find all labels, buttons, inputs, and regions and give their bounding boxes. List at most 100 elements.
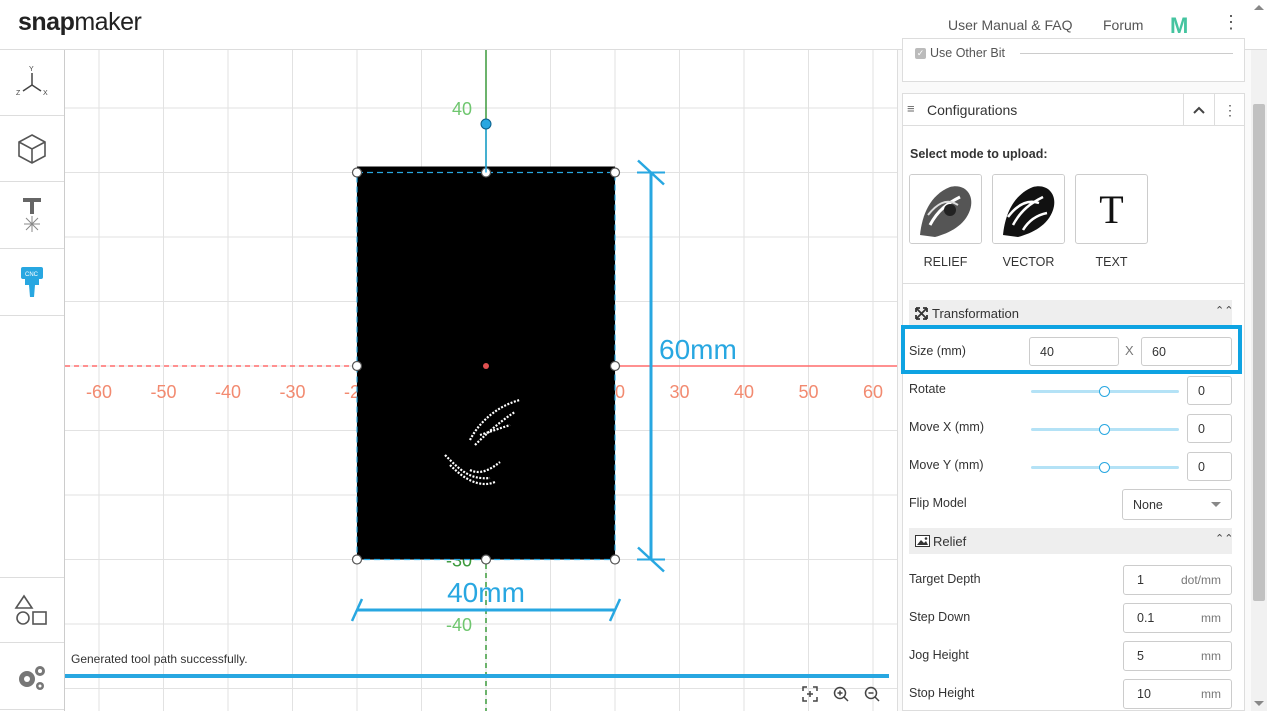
use-other-bit-label: Use Other Bit: [930, 46, 1006, 60]
collapse-button[interactable]: [1183, 94, 1214, 126]
status-message: Generated tool path successfully.: [71, 652, 248, 666]
account-icon[interactable]: M: [1170, 13, 1188, 39]
size-height-input[interactable]: 60: [1141, 337, 1232, 366]
flip-model-label: Flip Model: [909, 496, 967, 510]
toolbar-item-cnc[interactable]: CNC: [0, 250, 64, 316]
height-dimension-label: 60mm: [659, 334, 737, 365]
move-y-slider-knob[interactable]: [1099, 462, 1110, 473]
move-x-input[interactable]: 0: [1187, 414, 1232, 443]
toolbar-item-3d-printing[interactable]: [0, 116, 64, 182]
vector-thumbnail-icon: [993, 175, 1064, 243]
size-width-input[interactable]: 40: [1029, 337, 1119, 366]
relief-mode-button[interactable]: [909, 174, 982, 244]
gears-icon: [19, 665, 45, 690]
vector-mode-button[interactable]: [992, 174, 1065, 244]
divider: [903, 283, 1244, 284]
text-mode-label: TEXT: [1095, 255, 1128, 269]
text-mode-button[interactable]: T: [1075, 174, 1148, 244]
progress-bar: [65, 674, 889, 678]
kebab-icon[interactable]: ⋮: [1222, 12, 1240, 33]
relief-title: Relief: [933, 533, 967, 549]
transform-icon: [915, 306, 928, 320]
vector-mode-label: VECTOR: [1002, 255, 1055, 269]
resize-handle[interactable]: [480, 554, 492, 565]
double-chevron-up-icon[interactable]: ⌃⌃: [1215, 304, 1233, 317]
transformation-section-header[interactable]: Transformation: [909, 300, 1232, 326]
relief-section-header[interactable]: Relief: [909, 528, 1232, 554]
fit-view-button[interactable]: [800, 684, 820, 704]
resize-handle[interactable]: [351, 360, 363, 372]
jog-height-input[interactable]: 5 mm: [1123, 641, 1232, 671]
toolbar-item-axes-view[interactable]: Y X Z: [0, 50, 64, 116]
x-tick-label: -40: [215, 382, 241, 402]
toolbar-item-settings[interactable]: [0, 644, 64, 710]
scroll-down-arrow-icon[interactable]: [1254, 701, 1264, 706]
jog-height-value: 5: [1137, 649, 1144, 663]
stop-height-value: 10: [1137, 687, 1151, 701]
cube-icon: [18, 133, 46, 164]
x-tick-label: -50: [150, 382, 176, 402]
resize-handle[interactable]: [351, 167, 363, 178]
configurations-title: Configurations: [927, 102, 1018, 118]
target-depth-value: 1: [1137, 573, 1144, 587]
scrollbar-thumb[interactable]: [1253, 104, 1265, 601]
toolbar-item-laser[interactable]: [0, 183, 64, 249]
zoom-in-button[interactable]: [831, 684, 851, 704]
move-y-label: Move Y (mm): [909, 458, 984, 472]
shapes-icon: [14, 594, 47, 625]
stop-height-input[interactable]: 10 mm: [1123, 679, 1232, 709]
select-mode-label: Select mode to upload:: [910, 147, 1048, 161]
image-icon: [915, 535, 930, 547]
x-tick-label: 50: [798, 382, 818, 402]
stop-height-label: Stop Height: [909, 686, 975, 700]
move-x-label: Move X (mm): [909, 420, 984, 434]
step-down-input[interactable]: 0.1 mm: [1123, 603, 1232, 633]
resize-handle[interactable]: [351, 554, 363, 565]
x-tick-label: 60: [863, 382, 883, 402]
scroll-up-arrow-icon[interactable]: [1254, 5, 1264, 10]
svg-text:Y: Y: [29, 66, 34, 73]
forum-link[interactable]: Forum: [1103, 17, 1143, 33]
workspace-canvas[interactable]: -60-50-40-30-20-1010203040506040302010-1…: [65, 50, 897, 711]
use-other-bit-checkbox[interactable]: ✓ Use Other Bit: [915, 46, 1005, 60]
target-depth-label: Target Depth: [909, 572, 981, 586]
toolbar-item-shapes[interactable]: [0, 577, 64, 643]
flip-model-select[interactable]: None: [1122, 489, 1232, 520]
width-dimension-label: 40mm: [447, 577, 525, 608]
center-point: [483, 363, 489, 369]
jog-height-label: Jog Height: [909, 648, 969, 662]
svg-text:CNC: CNC: [25, 272, 39, 278]
move-x-slider-knob[interactable]: [1099, 424, 1110, 435]
x-tick-label: 40: [734, 382, 754, 402]
zoom-out-button[interactable]: [862, 684, 882, 704]
rotate-slider-knob[interactable]: [1099, 386, 1110, 397]
y-tick-label: -40: [446, 615, 472, 635]
user-manual-link[interactable]: User Manual & FAQ: [948, 17, 1073, 33]
xyz-axes-icon: Y X Z: [16, 66, 48, 97]
fit-view-icon: [802, 686, 818, 702]
target-depth-input[interactable]: 1 dot/mm: [1123, 565, 1232, 595]
dropdown-arrow-icon: [1211, 502, 1221, 507]
resize-handle[interactable]: [609, 360, 621, 372]
rotate-handle[interactable]: [480, 118, 492, 130]
resize-handle[interactable]: [609, 554, 621, 565]
rotate-input[interactable]: 0: [1187, 376, 1232, 405]
flip-model-value: None: [1133, 497, 1163, 512]
configurations-menu-icon[interactable]: ⋮: [1214, 94, 1245, 126]
resize-handle[interactable]: [609, 167, 621, 178]
text-glyph-icon: T: [1099, 186, 1124, 232]
divider: [1020, 53, 1233, 54]
hamburger-icon: ≡: [907, 101, 915, 116]
step-down-value: 0.1: [1137, 611, 1155, 625]
size-separator: X: [1125, 343, 1134, 358]
svg-text:Z: Z: [16, 90, 21, 97]
step-down-unit: mm: [1201, 611, 1221, 625]
double-chevron-up-icon[interactable]: ⌃⌃: [1215, 532, 1233, 545]
y-tick-label: 40: [452, 99, 472, 119]
step-down-label: Step Down: [909, 610, 971, 624]
zoom-in-icon: [833, 686, 849, 702]
transformation-title: Transformation: [932, 305, 1019, 321]
move-y-input[interactable]: 0: [1187, 452, 1232, 481]
cnc-icon: CNC: [21, 266, 43, 297]
rotate-label: Rotate: [909, 382, 946, 396]
